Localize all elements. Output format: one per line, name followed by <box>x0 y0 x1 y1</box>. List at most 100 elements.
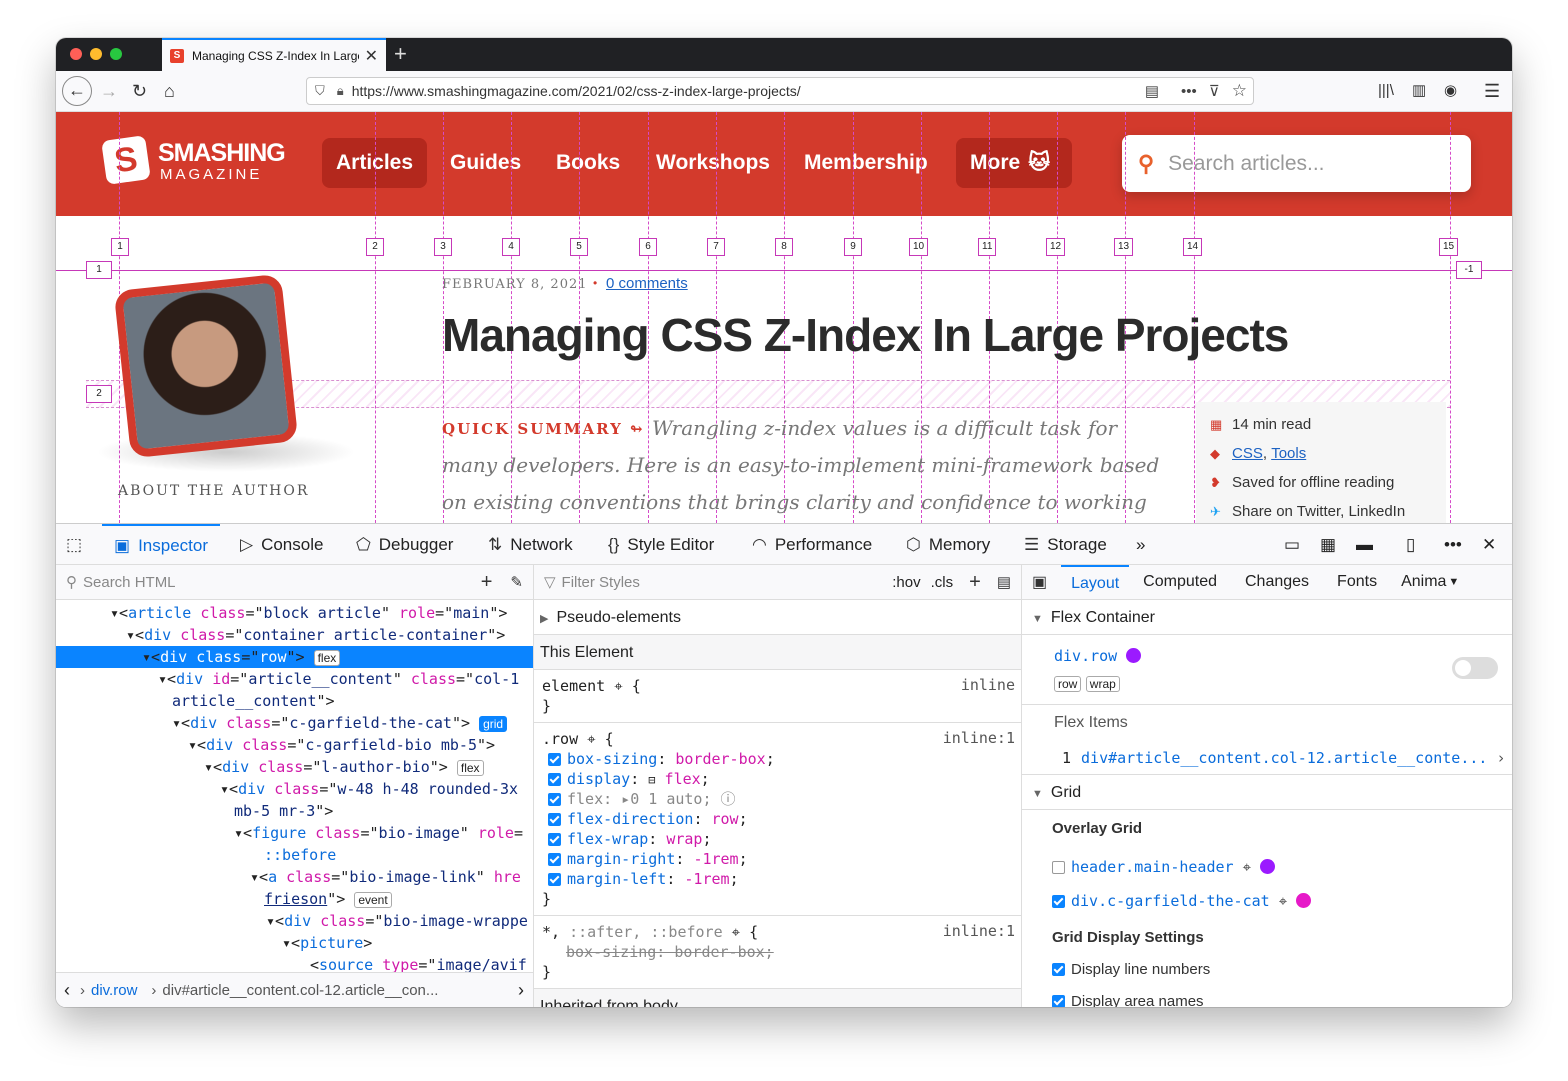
flex-badge[interactable]: flex <box>456 760 484 776</box>
nav-workshops[interactable]: Workshops <box>642 138 784 188</box>
tab-computed[interactable]: Computed <box>1129 573 1231 591</box>
more-actions-icon[interactable]: ••• <box>1181 83 1197 100</box>
shield-icon[interactable]: ⛉ <box>315 83 325 99</box>
tree-node[interactable]: ▾<figure class="bio-image" role= <box>56 822 533 844</box>
flex-color-swatch[interactable] <box>1126 648 1142 663</box>
bookmark-star-icon[interactable]: ☆ <box>1232 81 1247 101</box>
more-tools-icon[interactable]: » <box>1136 524 1145 565</box>
library-icon[interactable]: |||\ <box>1378 78 1394 104</box>
tab-debugger[interactable]: ⬠ Debugger <box>356 524 453 565</box>
hov-toggle[interactable]: :hov <box>892 574 920 591</box>
close-devtools-icon[interactable]: ✕ <box>1482 524 1496 565</box>
split-console-icon[interactable]: ▭ <box>1284 524 1300 565</box>
cls-toggle[interactable]: .cls <box>931 574 954 591</box>
tab-console[interactable]: ▷ Console <box>240 524 323 565</box>
tree-node-selected[interactable]: ▾<div class="row"> flex <box>56 646 533 668</box>
display-line-numbers[interactable]: Display line numbers <box>1052 950 1512 982</box>
decl-flex[interactable]: flex: ▸0 1 auto; ⓘ <box>540 789 1015 809</box>
decl-checkbox[interactable] <box>548 833 561 846</box>
lock-icon[interactable]: 🔒︎ <box>337 83 344 99</box>
forward-icon[interactable]: → <box>100 78 118 104</box>
decl-display[interactable]: display: ⊟ flex; <box>540 769 1015 789</box>
grid-color-swatch[interactable] <box>1260 859 1276 874</box>
tree-node[interactable]: ▾<div id="article__content" class="col-1 <box>56 668 533 690</box>
menu-icon[interactable]: ☰ <box>1484 78 1500 104</box>
overlay-checkbox[interactable] <box>1052 895 1065 908</box>
pseudo-elements-toggle[interactable]: ▶ Pseudo-elements <box>534 600 1021 635</box>
close-tab-icon[interactable]: ✕ <box>365 46 378 66</box>
close-window-button[interactable] <box>70 48 82 60</box>
flexbox-highlighter-icon[interactable]: ⊟ <box>648 773 655 787</box>
tree-node[interactable]: article__content"> <box>56 690 533 712</box>
smashing-logo-icon[interactable]: S <box>101 135 151 185</box>
event-badge[interactable]: event <box>354 892 392 908</box>
new-tab-icon[interactable]: + <box>394 41 407 67</box>
flexbox-highlight-toggle[interactable] <box>1452 657 1498 679</box>
search-html-input[interactable]: Search HTML <box>83 574 176 591</box>
flex-container-header[interactable]: ▼ Flex Container <box>1022 600 1512 635</box>
print-media-icon[interactable]: ▤ <box>997 573 1011 591</box>
author-avatar[interactable] <box>113 273 299 459</box>
flex-item[interactable]: 1 div#article__content.col-12.article__co… <box>1022 741 1512 775</box>
reload-icon[interactable]: ↻ <box>132 78 147 104</box>
decl-flex-direction[interactable]: flex-direction: row; <box>540 809 1015 829</box>
decl-checkbox[interactable] <box>548 773 561 786</box>
search-placeholder[interactable]: Search articles... <box>1168 152 1324 176</box>
tab-storage[interactable]: ☰ Storage <box>1024 524 1107 565</box>
search-box[interactable]: ⚲ Search articles... <box>1122 135 1471 192</box>
tab-animations[interactable]: Anima <box>1391 573 1448 591</box>
dock-icon[interactable]: ▯ <box>1406 524 1415 565</box>
overlay-checkbox[interactable] <box>1052 861 1065 874</box>
decl-overridden[interactable]: box-sizing: border-box; <box>540 942 1015 962</box>
devtools-menu-icon[interactable]: ••• <box>1444 524 1462 565</box>
breadcrumb-prev-icon[interactable]: ‹ <box>64 980 70 1001</box>
tab-style-editor[interactable]: {} Style Editor <box>608 524 714 565</box>
tree-node[interactable]: ▾<a class="bio-image-link" hre <box>56 866 533 888</box>
decl-box-sizing[interactable]: box-sizing: border-box; <box>540 749 1015 769</box>
back-icon[interactable]: ← <box>62 76 92 106</box>
tree-node[interactable]: ▾<div class="c-garfield-bio mb-5"> <box>56 734 533 756</box>
minimize-window-button[interactable] <box>90 48 102 60</box>
toggle-sidebar-icon[interactable]: ▣ <box>1032 572 1047 592</box>
decl-margin-right[interactable]: margin-right: -1rem; <box>540 849 1015 869</box>
add-rule-icon[interactable]: + <box>969 571 981 594</box>
rule-source[interactable]: inline:1 <box>943 922 1015 940</box>
line-numbers-checkbox[interactable] <box>1052 963 1065 976</box>
grid-color-swatch[interactable] <box>1296 893 1312 908</box>
pocket-icon[interactable]: ⊽ <box>1209 82 1220 100</box>
sidebar-icon[interactable]: ▥ <box>1412 78 1426 104</box>
tree-node[interactable]: ▾<div class="c-garfield-the-cat"> grid <box>56 712 533 734</box>
tag-tools-link[interactable]: Tools <box>1271 445 1306 462</box>
tab-layout[interactable]: Layout <box>1061 565 1130 600</box>
tab-changes[interactable]: Changes <box>1231 573 1323 591</box>
url-text[interactable]: https://www.smashingmagazine.com/2021/02… <box>352 83 801 99</box>
browser-tab[interactable]: S Managing CSS Z-Index In Large Projects… <box>162 38 386 71</box>
comments-link[interactable]: 0 comments <box>606 275 688 292</box>
pick-element-icon[interactable]: ⬚ <box>66 524 90 565</box>
add-node-icon[interactable]: + <box>481 571 493 594</box>
display-area-names[interactable]: Display area names <box>1052 982 1512 1007</box>
tree-node[interactable]: ▾<div class="bio-image-wrappe <box>56 910 533 932</box>
nav-books[interactable]: Books <box>542 138 634 188</box>
tree-node[interactable]: ▾<article class="block article" role="ma… <box>56 602 533 624</box>
reader-view-icon[interactable]: ▤ <box>1145 82 1159 100</box>
tree-node[interactable]: mb-5 mr-3"> <box>56 800 533 822</box>
nav-guides[interactable]: Guides <box>436 138 535 188</box>
rule-source[interactable]: inline <box>961 676 1015 694</box>
decl-checkbox[interactable] <box>548 873 561 886</box>
grid-header[interactable]: ▼ Grid <box>1022 775 1512 810</box>
target-icon[interactable]: ⌖ <box>1243 858 1251 876</box>
decl-checkbox[interactable] <box>548 853 561 866</box>
decl-flex-wrap[interactable]: flex-wrap: wrap; <box>540 829 1015 849</box>
maximize-window-button[interactable] <box>110 48 122 60</box>
tree-node[interactable]: ▾<picture> <box>56 932 533 954</box>
breadcrumb-item-article[interactable]: div#article__content.col-12.article__con… <box>162 982 438 999</box>
tree-node[interactable]: frieson"> event <box>56 888 533 910</box>
tree-node[interactable]: ::before <box>56 844 533 866</box>
tab-inspector[interactable]: ▣ Inspector <box>102 524 220 565</box>
url-bar[interactable]: ⛉ 🔒︎ https://www.smashingmagazine.com/20… <box>306 77 1254 105</box>
target-icon[interactable]: ⌖ <box>1279 892 1287 910</box>
overlay-item-garfield[interactable]: div.c-garfield-the-cat ⌖ <box>1052 884 1512 918</box>
decl-checkbox[interactable] <box>548 753 561 766</box>
tree-node[interactable]: ▾<div class="w-48 h-48 rounded-3x <box>56 778 533 800</box>
